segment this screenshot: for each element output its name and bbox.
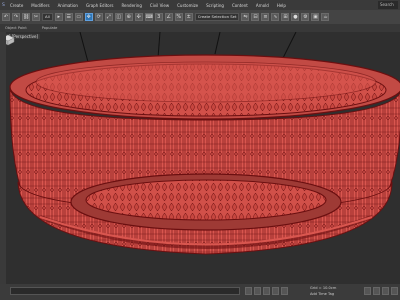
left-command-strip [0,32,6,284]
menu-bar: S Create Modifiers Animation Graph Edito… [0,0,400,10]
snaps-toggle-icon[interactable]: 3 [154,13,163,21]
redo-icon[interactable]: ↷ [12,13,20,21]
pan-icon[interactable] [382,287,389,295]
goto-end-icon[interactable] [281,287,288,295]
menu-item-content[interactable]: Content [232,3,248,8]
render-frame-icon[interactable]: ▣ [311,13,320,21]
play-icon[interactable] [263,287,270,295]
search-field[interactable]: Search [378,1,398,9]
viewport-nav-controls [364,287,398,295]
angle-snap-icon[interactable]: ∠ [164,13,173,21]
status-bar: Grid = 10.0cm Add Time Tag [0,284,400,300]
menu-item-rendering[interactable]: Rendering [121,3,141,8]
menu-item-civil-view[interactable]: Civil View [150,3,169,8]
grid-readout: Grid = 10.0cm [310,286,337,290]
menu-item-arnold[interactable]: Arnold [256,3,269,8]
zoom-all-icon[interactable] [373,287,380,295]
curve-editor-icon[interactable]: ∿ [271,13,280,21]
zoom-icon[interactable] [364,287,371,295]
orbit-icon[interactable] [391,287,398,295]
percent-snap-icon[interactable]: % [174,13,183,21]
layer-icon[interactable]: ≡ [261,13,270,21]
menu-item-create[interactable]: Create [10,3,23,8]
link-icon[interactable]: ⛓ [22,13,30,21]
ribbon-tab-populate[interactable]: Populate [42,26,58,30]
keyboard-shortcut-icon[interactable]: ⌨ [144,13,153,21]
main-toolbar: ↶ ↷ ⛓ ✂ All ▸ ☰ ▭ ✥ ⟳ ⤢ ◫ ⊕ ✣ ⌨ 3 ∠ % ± … [0,10,400,24]
goto-start-icon[interactable] [245,287,252,295]
select-by-name-icon[interactable]: ☰ [64,13,73,21]
ribbon-tab-object-paint[interactable]: Object Paint [5,26,27,30]
menu-item-scripting[interactable]: Scripting [206,3,224,8]
perspective-viewport[interactable]: [+] [Perspective] [0,32,400,284]
app-icon[interactable]: S [2,3,10,8]
menu-item-graph-editors[interactable]: Graph Editors [86,3,113,8]
undo-icon[interactable]: ↶ [2,13,10,21]
select-scale-icon[interactable]: ⤢ [104,13,113,21]
material-editor-icon[interactable]: ● [291,13,300,21]
select-move-icon[interactable]: ✥ [84,13,93,21]
ribbon-tabs: Object Paint Populate [0,24,400,32]
unlink-icon[interactable]: ✂ [32,13,40,21]
mirror-icon[interactable]: ⇋ [241,13,250,21]
add-time-tag-button[interactable]: Add Time Tag [310,292,334,296]
playback-controls [245,287,288,295]
spinner-snap-icon[interactable]: ± [184,13,193,21]
rect-selection-icon[interactable]: ▭ [74,13,83,21]
schematic-view-icon[interactable]: ⊞ [281,13,290,21]
next-frame-icon[interactable] [272,287,279,295]
select-object-icon[interactable]: ▸ [54,13,63,21]
render-production-icon[interactable]: ☕ [321,13,330,21]
pivot-icon[interactable]: ⊕ [124,13,133,21]
menu-item-customize[interactable]: Customize [177,3,198,8]
render-setup-icon[interactable]: ⚙ [301,13,310,21]
place-icon[interactable]: ◫ [114,13,123,21]
selection-filter-dropdown[interactable]: All [42,13,53,21]
menu-item-animation[interactable]: Animation [58,3,78,8]
menu-item-modifiers[interactable]: Modifiers [31,3,49,8]
menu-item-help[interactable]: Help [277,3,286,8]
chandelier-model [9,32,400,255]
select-manipulate-icon[interactable]: ✣ [134,13,143,21]
select-rotate-icon[interactable]: ⟳ [94,13,103,21]
prev-frame-icon[interactable] [254,287,261,295]
timeline-slider[interactable] [10,287,240,295]
align-icon[interactable]: ⊟ [251,13,260,21]
named-selection-sets-dropdown[interactable]: Create Selection Set [194,13,240,21]
